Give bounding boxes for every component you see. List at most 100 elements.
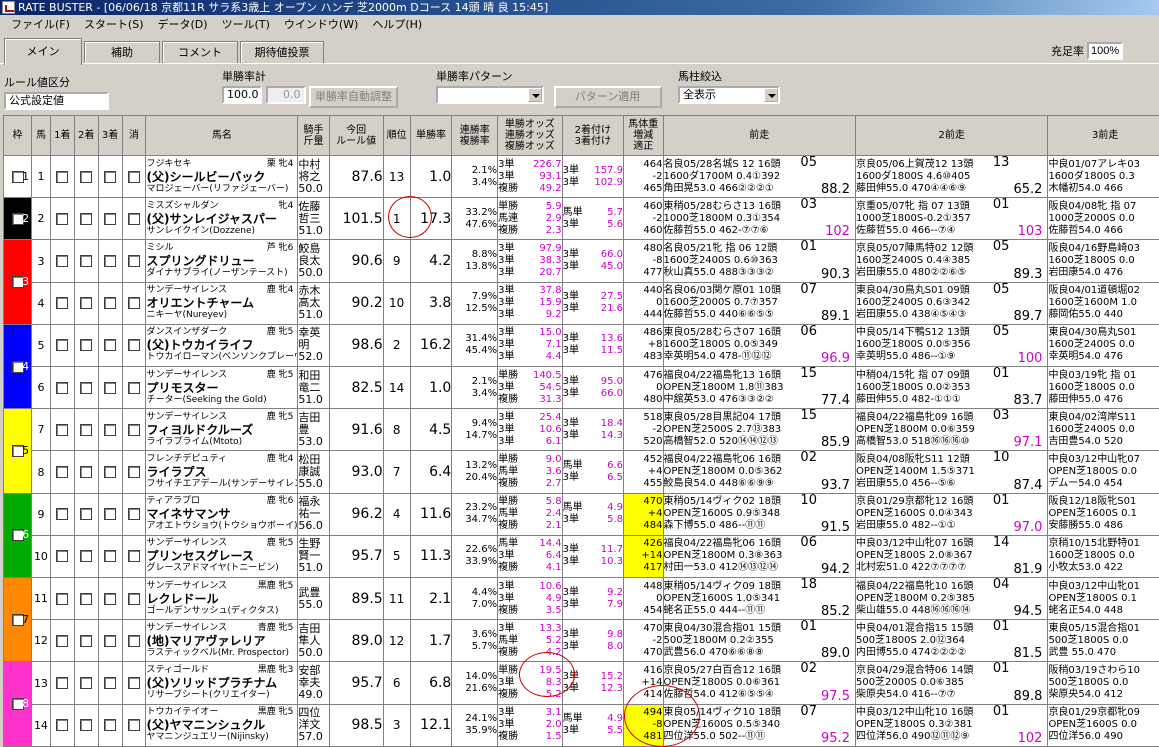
win-rate[interactable]: 4.2 xyxy=(409,239,453,283)
second-checkbox[interactable] xyxy=(80,719,93,732)
win-rate[interactable]: 1.0 xyxy=(409,366,453,410)
first-checkbox[interactable] xyxy=(56,508,69,521)
prev1-cell[interactable]: 東稍05/28むらさ13 16頭 1000芝1800M 0.3①354 佐藤哲55.… xyxy=(662,197,856,241)
win-rate[interactable]: 11.3 xyxy=(409,534,453,579)
first-checkbox[interactable] xyxy=(56,170,69,183)
erase-checkbox[interactable] xyxy=(128,297,141,310)
horse-name-cell[interactable]: サンデーサイレンス 鹿 牝5 プリンセスグレース グレースアドマイヤ(トニービン) xyxy=(145,534,299,579)
prev3-cell[interactable]: 京稍10/15北野特01 1600芝1800S 0.0 小牧太53.0 422 xyxy=(1047,534,1159,579)
header-prev1[interactable]: 前走 xyxy=(662,115,856,156)
rule-value[interactable]: 90.6 xyxy=(328,239,384,283)
prev3-cell[interactable]: 東良04/30鳥丸S01 1600芝2400S 0.0 幸英明54.0 476 xyxy=(1047,323,1159,368)
horse-name-cell[interactable]: サンデーサイレンス 鹿 牝5 フィヨルドクルーズ ライラプライム(Mtoto) xyxy=(145,408,299,452)
prev2-cell[interactable]: 京良01/29京都牝12 16頭 OPEN芝1600S 0.0④343 岩田康55.… xyxy=(854,492,1049,536)
prev2-cell[interactable]: 中稍04/15牝 指 07 09頭 1600芝1800S 0.0②353 藤田伸55… xyxy=(854,366,1049,410)
prev2-cell[interactable]: 京良04/29混合特06 14頭 500芝2000S 0.0⑥385 柴原央54.0… xyxy=(854,661,1049,705)
rule-value[interactable]: 82.5 xyxy=(328,366,384,410)
prev1-cell[interactable]: 東良05/28目黒記04 17頭 OPEN芝2500S 2.7⑬383 高橋智52.… xyxy=(662,408,856,452)
prev1-cell[interactable]: 福良04/22福島牝13 16頭 OPEN芝1800M 1.8⑪383 中舘英53.… xyxy=(662,366,856,410)
header-prev2[interactable]: 2前走 xyxy=(854,115,1049,156)
prev3-cell[interactable]: 中良03/19牝 指 01 1600芝1800S 0.0 藤田伸55.0 476 xyxy=(1047,366,1159,410)
tab-comment[interactable]: コメント xyxy=(162,41,238,63)
header-third[interactable]: 3着 xyxy=(97,115,123,156)
header-prev3[interactable]: 3前走 xyxy=(1047,115,1159,156)
horse-name-cell[interactable]: トウカイテイオー 黒鹿 牝5 (父)ヤマニンシュクル ヤマニンジュエリー(Nijins… xyxy=(145,703,299,747)
prev3-cell[interactable]: 中良03/12中山牝07 OPEN芝1800S 0.0 デムー54.0 454 xyxy=(1047,450,1159,494)
prev1-cell[interactable]: 東良04/30混合指01 15頭 500芝1800M 0.2②355 武豊56.0 … xyxy=(662,619,856,663)
second-checkbox[interactable] xyxy=(80,381,93,394)
rule-value[interactable]: 89.0 xyxy=(328,619,384,663)
tansho-auto-button[interactable]: 単勝率自動調整 xyxy=(309,86,398,108)
prev1-cell[interactable]: 福良04/22福島牝06 16頭 OPEN芝1800M 0.3⑧363 村田一53.… xyxy=(662,534,856,579)
prev2-cell[interactable]: 東良04/30鳥丸S01 09頭 1600芝2400S 0.6③342 岩田康55.… xyxy=(854,281,1049,325)
win-rate[interactable]: 1.7 xyxy=(409,619,453,663)
prev3-cell[interactable]: 阪良04/08牝 指 07 1000芝2000S 0.0 佐藤哲54.0 466 xyxy=(1047,197,1159,241)
prev3-cell[interactable]: 京良01/29京都牝09 OPEN芝1600S 0.0 四位洋56.0 490 xyxy=(1047,703,1159,747)
third-checkbox[interactable] xyxy=(104,297,117,310)
second-checkbox[interactable] xyxy=(80,634,93,647)
prev2-cell[interactable]: 中良04/01混合指15 15頭 500芝1800S 2.0⑫364 内田博55.0… xyxy=(854,619,1049,663)
second-checkbox[interactable] xyxy=(80,423,93,436)
third-checkbox[interactable] xyxy=(104,508,117,521)
horse-name-cell[interactable]: ミスズシャルダン 牝4 (父)サンレイジャスパー サンレイクイン(Dozzene) xyxy=(145,197,299,241)
erase-checkbox[interactable] xyxy=(128,719,141,732)
first-checkbox[interactable] xyxy=(56,550,69,563)
menu-help[interactable]: ヘルプ(H) xyxy=(365,15,429,34)
third-checkbox[interactable] xyxy=(104,381,117,394)
header-first[interactable]: 1着 xyxy=(49,115,75,156)
rule-value[interactable]: 89.5 xyxy=(328,577,384,621)
prev1-cell[interactable]: 東稍05/14ヴィク09 18頭 OPEN芝1600S 1.0⑤341 蛯名正55.… xyxy=(662,577,856,621)
menu-start[interactable]: スタート(S) xyxy=(77,15,151,34)
win-rate[interactable]: 3.8 xyxy=(409,281,453,325)
second-checkbox[interactable] xyxy=(80,592,93,605)
horse-name-cell[interactable]: サンデーサイレンス 鹿 牝4 オリエントチャーム ニキーヤ(Nureyev) xyxy=(145,281,299,325)
first-checkbox[interactable] xyxy=(56,297,69,310)
rule-value[interactable]: 101.5 xyxy=(328,197,384,241)
horse-name-cell[interactable]: サンデーサイレンス 鹿 牝5 プリモスター チーター(Seeking the Gold… xyxy=(145,366,299,410)
win-rate[interactable]: 4.5 xyxy=(409,408,453,452)
prev2-cell[interactable]: 中良05/14下鴨S12 13頭 1600芝1800S 0.0⑤356 幸英明55.… xyxy=(854,323,1049,368)
erase-checkbox[interactable] xyxy=(128,255,141,267)
prev3-cell[interactable]: 東良04/02湾岸S11 1600芝2400S 0.0 吉田豊54.0 520 xyxy=(1047,408,1159,452)
fill-rate-input[interactable] xyxy=(1087,42,1123,60)
horse-name-cell[interactable]: サンデーサイレンス 青鹿 牝5 (地)マリアヴァレリア ラスティックベル(Mr. Pr… xyxy=(145,619,299,663)
third-checkbox[interactable] xyxy=(104,170,117,183)
menu-data[interactable]: データ(D) xyxy=(151,15,215,34)
second-checkbox[interactable] xyxy=(80,677,93,690)
third-checkbox[interactable] xyxy=(104,423,117,436)
pattern-apply-button[interactable]: パターン適用 xyxy=(553,86,662,108)
prev1-cell[interactable]: 名良06/03関ケ原01 10頭 1600芝2000S 0.7⑦357 佐藤哲55.… xyxy=(662,281,856,325)
header-rate[interactable]: 連勝率 複勝率 xyxy=(451,115,499,156)
third-checkbox[interactable] xyxy=(104,466,117,479)
third-checkbox[interactable] xyxy=(104,634,117,647)
prev2-cell[interactable]: 京良05/06上賀茂12 13頭 1600ダ1800S 4.6⑩405 藤田伸55.… xyxy=(854,154,1049,199)
prev3-cell[interactable]: 東良05/15混合指01 500芝1800S 0.0 武豊 55.0 470 xyxy=(1047,619,1159,663)
chevron-down-icon[interactable] xyxy=(528,88,542,102)
prev2-cell[interactable]: 福良04/22福島牝09 16頭 OPEN芝1800M 0.0⑥359 高橋智53.… xyxy=(854,408,1049,452)
header-win[interactable]: 単勝率 xyxy=(409,115,453,156)
prev2-cell[interactable]: 京重05/07牝 指 07 13頭 1000芝1800S-0.2①357 佐藤哲55… xyxy=(854,197,1049,241)
prev2-cell[interactable]: 阪良04/08阪牝S11 12頭 OPEN芝1400M 1.5⑤371 岩田康55.… xyxy=(854,450,1049,494)
erase-checkbox[interactable] xyxy=(128,212,141,225)
prev1-cell[interactable]: 福良04/22福島牝06 16頭 OPEN芝1800M 0.0⑤362 鮫島良54.… xyxy=(662,450,856,494)
third-checkbox[interactable] xyxy=(104,255,117,267)
header-weight[interactable]: 馬体重 増減 適正 xyxy=(622,115,664,156)
win-rate[interactable]: 1.0 xyxy=(409,154,453,199)
third-checkbox[interactable] xyxy=(104,550,117,563)
filter-select[interactable]: 全表示 xyxy=(678,86,780,104)
third-checkbox[interactable] xyxy=(104,592,117,605)
prev2-cell[interactable]: 中良03/12中山牝07 16頭 OPEN芝1800S 2.0⑧367 北村宏51.… xyxy=(854,534,1049,579)
second-checkbox[interactable] xyxy=(80,508,93,521)
second-checkbox[interactable] xyxy=(80,466,93,479)
prev3-cell[interactable]: 阪稍03/19さわら10 500芝1800S 0.0 柴原央54.0 412 xyxy=(1047,661,1159,705)
header-jockey[interactable]: 騎手 斤量 xyxy=(297,115,330,156)
rule-value[interactable]: 87.6 xyxy=(328,154,384,199)
rule-value[interactable]: 93.0 xyxy=(328,450,384,494)
win-rate[interactable]: 6.8 xyxy=(409,661,453,705)
second-checkbox[interactable] xyxy=(80,550,93,563)
second-checkbox[interactable] xyxy=(80,339,93,352)
third-checkbox[interactable] xyxy=(104,719,117,732)
win-rate[interactable]: 2.1 xyxy=(409,577,453,621)
erase-checkbox[interactable] xyxy=(128,466,141,479)
pattern-select[interactable] xyxy=(436,86,544,104)
